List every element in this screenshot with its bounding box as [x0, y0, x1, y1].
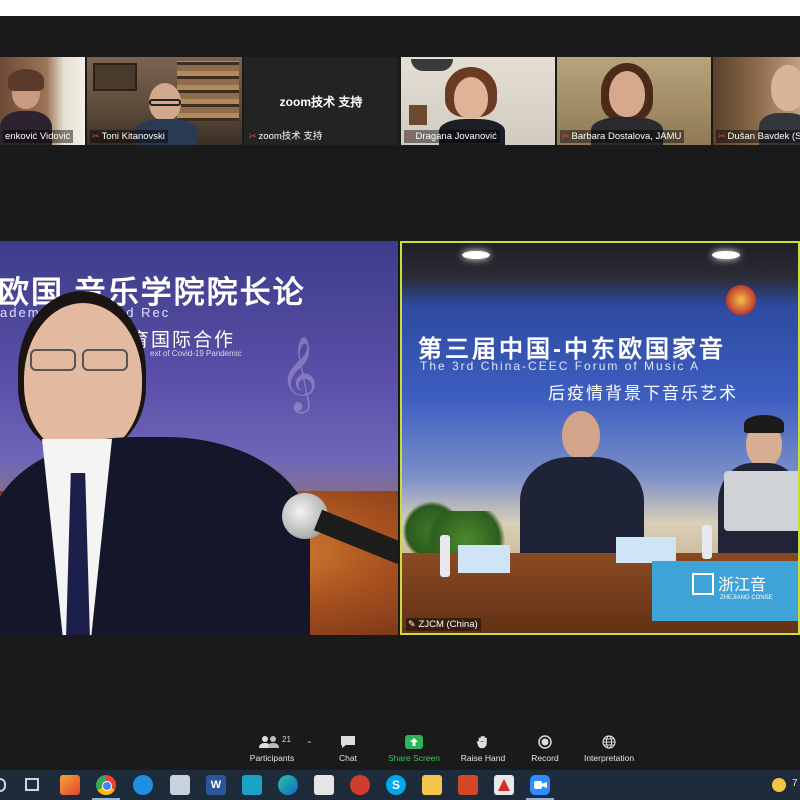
participant-tile[interactable]: ✂ Barbara Dostalova, JAMU — [557, 57, 711, 145]
participants-button[interactable]: 21 Participants — [238, 735, 306, 763]
window-title-bar — [0, 0, 800, 16]
desk-sign-subtext: ZHEJIANG CONSE — [720, 595, 773, 601]
main-video-left[interactable]: 𝄞 欧国 音乐学院院长论 ademy Deans and Rec 育国际合作 e… — [0, 241, 398, 635]
participant-name: ✂ Dušan Bavdek (S — [716, 130, 800, 143]
app-icon[interactable] — [170, 775, 190, 795]
participant-tile[interactable]: ✂ Dušan Bavdek (S — [713, 57, 800, 145]
app-icon[interactable] — [242, 775, 262, 795]
participant-name: ✂ Dragana Jovanović — [404, 130, 500, 143]
file-explorer-icon[interactable] — [422, 775, 442, 795]
edge-icon[interactable] — [278, 775, 298, 795]
participant-tile[interactable]: enković Vidović — [0, 57, 85, 145]
search-icon[interactable] — [0, 778, 6, 792]
banner-line: 后疫情背景下音乐艺术 — [548, 384, 738, 403]
task-view-icon[interactable] — [25, 778, 39, 791]
chat-button[interactable]: Chat — [328, 735, 368, 763]
banner-caption: ext of Covid-19 Pandemic — [150, 349, 242, 358]
windows-taskbar: W S 7 — [0, 770, 800, 800]
pin-icon: ✎ — [408, 619, 416, 629]
raise-hand-button[interactable]: Raise Hand — [458, 735, 508, 763]
app-icon[interactable] — [314, 775, 334, 795]
raise-hand-label: Raise Hand — [460, 753, 506, 763]
pdf-icon[interactable] — [494, 775, 514, 795]
globe-icon — [602, 735, 616, 749]
muted-mic-icon: ✂ — [92, 131, 100, 141]
raise-hand-icon — [476, 735, 490, 749]
chevron-up-icon[interactable]: ⌃ — [306, 740, 313, 749]
chat-label: Chat — [339, 753, 357, 763]
participant-name: ✂ zoom技术 支持 — [249, 131, 323, 142]
participants-count: 21 — [282, 735, 291, 744]
school-emblem-icon — [692, 573, 714, 595]
desk-sign-text: 浙江音 — [718, 577, 767, 594]
participant-name: enković Vidović — [3, 130, 74, 143]
forum-logo-icon — [726, 285, 756, 315]
participant-tile[interactable]: zoom技术 支持 ✂ zoom技术 支持 — [244, 57, 398, 145]
banner-line: 育国际合作 — [130, 330, 236, 351]
word-icon[interactable]: W — [206, 775, 226, 795]
share-screen-icon — [405, 735, 423, 749]
participant-name: ✂ Barbara Dostalova, JAMU — [560, 130, 685, 143]
banner-subtitle: The 3rd China-CEEC Forum of Music A — [420, 359, 701, 373]
chat-icon — [340, 735, 356, 749]
share-screen-button[interactable]: Share Screen — [384, 735, 444, 763]
interpretation-label: Interpretation — [583, 753, 635, 763]
speaker-name-label: ✎ ZJCM (China) — [406, 618, 481, 631]
participant-tile[interactable]: ✂ Toni Kitanovski — [87, 57, 242, 145]
interpretation-button[interactable]: Interpretation — [578, 735, 640, 763]
participant-strip: enković Vidović ✂ Toni Kitanovski zoom技术 … — [0, 57, 800, 145]
participants-label: Participants — [249, 753, 295, 763]
app-icon[interactable] — [60, 775, 80, 795]
participants-icon: 21 — [252, 735, 292, 749]
participant-tile[interactable]: ✂ Dragana Jovanović — [401, 57, 555, 145]
treble-clef-icon: 𝄞 — [280, 337, 318, 409]
chrome-icon[interactable] — [96, 775, 116, 795]
skype-icon[interactable]: S — [386, 775, 406, 795]
participant-name: ✂ Toni Kitanovski — [90, 130, 168, 143]
share-screen-label: Share Screen — [388, 753, 440, 763]
zoom-icon[interactable] — [530, 775, 550, 795]
participant-display-name: zoom技术 支持 — [279, 95, 363, 109]
record-label: Record — [531, 753, 559, 763]
muted-mic-icon: ✂ — [249, 131, 257, 141]
weather-temperature: 7 — [792, 778, 798, 789]
weather-icon[interactable] — [772, 778, 786, 792]
record-icon — [538, 735, 552, 749]
muted-mic-icon: ✂ — [562, 131, 570, 141]
app-icon[interactable] — [350, 775, 370, 795]
powerpoint-icon[interactable] — [458, 775, 478, 795]
muted-mic-icon: ✂ — [406, 131, 414, 141]
meeting-toolbar: 21 Participants ⌃ Chat Share Screen Rais… — [0, 732, 800, 770]
safari-icon[interactable] — [133, 775, 153, 795]
main-video-right[interactable]: 第三届中国-中东欧国家音 The 3rd China-CEEC Forum of… — [400, 241, 800, 635]
muted-mic-icon: ✂ — [718, 131, 726, 141]
record-button[interactable]: Record — [522, 735, 568, 763]
